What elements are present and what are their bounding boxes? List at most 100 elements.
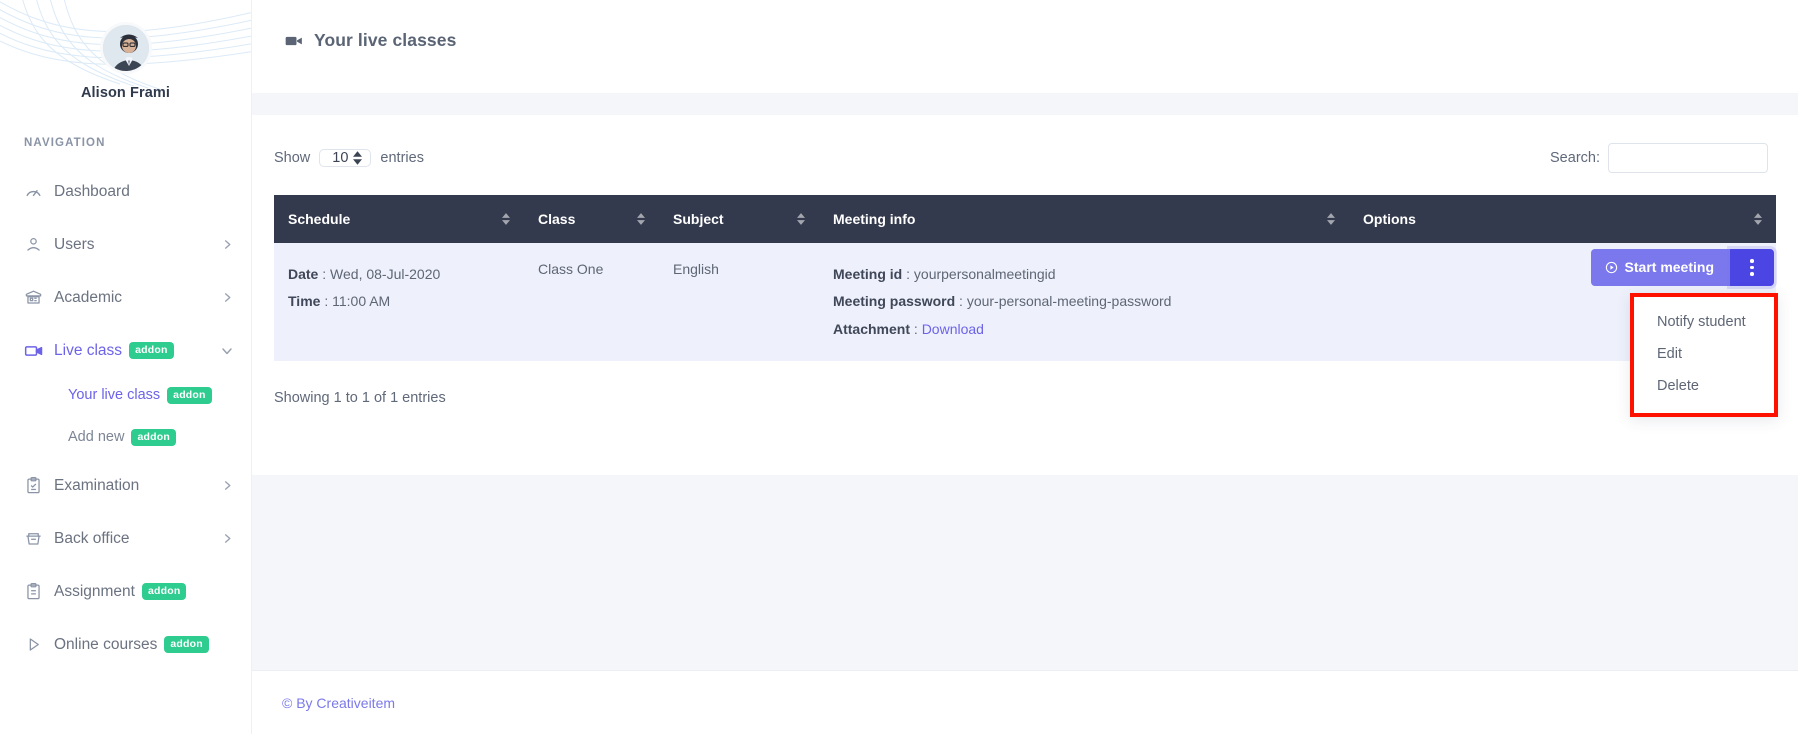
schedule-date: Date : Wed, 08-Jul-2020 [288,261,510,288]
chevron-right-icon [222,533,233,544]
datatable-controls: Show 10 entries Search: [252,115,1798,195]
page-header: Your live classes [252,0,1798,93]
live-classes-table: Schedule Class [274,195,1776,361]
showing-entries-text: Showing 1 to 1 of 1 entries [274,390,446,406]
schedule-date-label: Date [288,266,318,282]
sidebar-item-users[interactable]: Users [0,218,251,271]
column-header-options[interactable]: Options [1349,195,1776,243]
dropdown-item-label: Notify student [1657,314,1746,330]
options-dropdown-menu: Notify student Edit Delete [1630,293,1778,417]
separator: : [902,266,914,282]
clipboard-icon [24,582,54,601]
options-button-group: Start meeting [1591,249,1774,286]
search-input[interactable] [1608,143,1768,173]
attachment-download-link[interactable]: Download [922,321,984,337]
column-label: Schedule [288,211,350,227]
addon-badge: addon [131,429,176,446]
addon-badge: addon [142,583,187,600]
speedometer-icon [24,182,54,201]
profile-name: Alison Frami [0,85,251,101]
play-circle-icon [1605,261,1618,274]
start-meeting-button[interactable]: Start meeting [1591,249,1730,286]
column-header-schedule[interactable]: Schedule [274,195,524,243]
sidebar-item-assignment[interactable]: Assignment addon [0,565,251,618]
user-icon [24,235,54,254]
app-root: Alison Frami NAVIGATION Dashboard [0,0,1798,734]
column-label: Subject [673,211,724,227]
table-row: Date : Wed, 08-Jul-2020 Time : 11:00 AM … [274,243,1776,361]
dropdown-item-notify-student[interactable]: Notify student [1634,306,1774,338]
sidebar-item-dashboard[interactable]: Dashboard [0,165,251,218]
sidebar-item-your-live-class[interactable]: Your live class addon [0,379,251,411]
meeting-password-label: Meeting password [833,293,955,309]
cell-meeting-info: Meeting id : yourpersonalmeetingid Meeti… [819,243,1349,361]
addon-badge: addon [167,387,212,404]
show-label: Show [274,150,310,166]
table-body: Date : Wed, 08-Jul-2020 Time : 11:00 AM … [274,243,1776,361]
addon-badge: addon [164,636,209,653]
sort-icon [637,213,645,225]
sidebar-item-live-class[interactable]: Live class addon [0,324,251,377]
clipboard-check-icon [24,476,54,495]
sort-icon [1327,213,1335,225]
schedule-date-value: Wed, 08-Jul-2020 [330,266,440,282]
separator: : [910,321,922,337]
sidebar-item-label: Dashboard [54,183,130,201]
sidebar-item-add-new[interactable]: Add new addon [0,421,251,453]
sort-icon [502,213,510,225]
meeting-password-line: Meeting password : your-personal-meeting… [833,288,1335,315]
dropdown-item-label: Delete [1657,378,1699,394]
sidebar-subitem-label: Add new [68,429,124,445]
meeting-id-label: Meeting id [833,266,902,282]
chevron-right-icon [222,480,233,491]
show-entries-control: Show 10 entries [274,139,424,177]
column-label: Class [538,211,575,227]
live-classes-card: Show 10 entries Search: [252,115,1798,475]
chevron-right-icon [222,239,233,250]
sidebar-profile: Alison Frami [0,0,251,101]
meeting-password-value: your-personal-meeting-password [967,293,1172,309]
start-meeting-label: Start meeting [1625,259,1714,275]
column-header-subject[interactable]: Subject [659,195,819,243]
cell-schedule: Date : Wed, 08-Jul-2020 Time : 11:00 AM [274,243,524,361]
meeting-id-line: Meeting id : yourpersonalmeetingid [833,261,1335,288]
sidebar-item-examination[interactable]: Examination [0,459,251,512]
page-footer: © By Creativeitem [252,670,1798,734]
separator: : [318,266,330,282]
sidebar-subitem-label: Your live class [68,387,160,403]
column-header-class[interactable]: Class [524,195,659,243]
dropdown-item-delete[interactable]: Delete [1634,370,1774,402]
column-header-meeting-info[interactable]: Meeting info [819,195,1349,243]
sort-icon [1754,213,1762,225]
addon-badge: addon [129,342,174,359]
play-triangle-icon [24,635,54,654]
schedule-time-value: 11:00 AM [332,293,390,309]
sidebar-item-label: Users [54,236,94,254]
sort-icon [797,213,805,225]
search-control: Search: [1550,143,1768,173]
chevron-down-icon [221,345,233,357]
column-label: Options [1363,211,1416,227]
sidebar-nav: Dashboard Users [0,165,251,671]
sidebar-item-label: Back office [54,530,130,548]
search-label: Search: [1550,150,1600,166]
attachment-label: Attachment [833,321,910,337]
table-header-row: Schedule Class [274,195,1776,243]
nav-heading: NAVIGATION [0,137,251,149]
sidebar-item-back-office[interactable]: Back office [0,512,251,565]
sidebar-item-label: Academic [54,289,122,307]
meeting-id-value: yourpersonalmeetingid [914,266,1056,282]
sidebar: Alison Frami NAVIGATION Dashboard [0,0,252,734]
main-content: Your live classes Show 10 entries [252,0,1798,734]
dropdown-item-label: Edit [1657,346,1682,362]
sidebar-item-label: Examination [54,477,139,495]
datatable-footer: Showing 1 to 1 of 1 entries 1 [252,361,1798,413]
avatar[interactable] [100,22,152,74]
sidebar-item-academic[interactable]: Academic [0,271,251,324]
dropdown-item-edit[interactable]: Edit [1634,338,1774,370]
page-length-select[interactable]: 10 [319,149,371,167]
footer-copyright: © By Creativeitem [282,695,395,711]
sidebar-item-online-courses[interactable]: Online courses addon [0,618,251,671]
chevron-right-icon [222,292,233,303]
options-more-button[interactable] [1730,249,1774,286]
